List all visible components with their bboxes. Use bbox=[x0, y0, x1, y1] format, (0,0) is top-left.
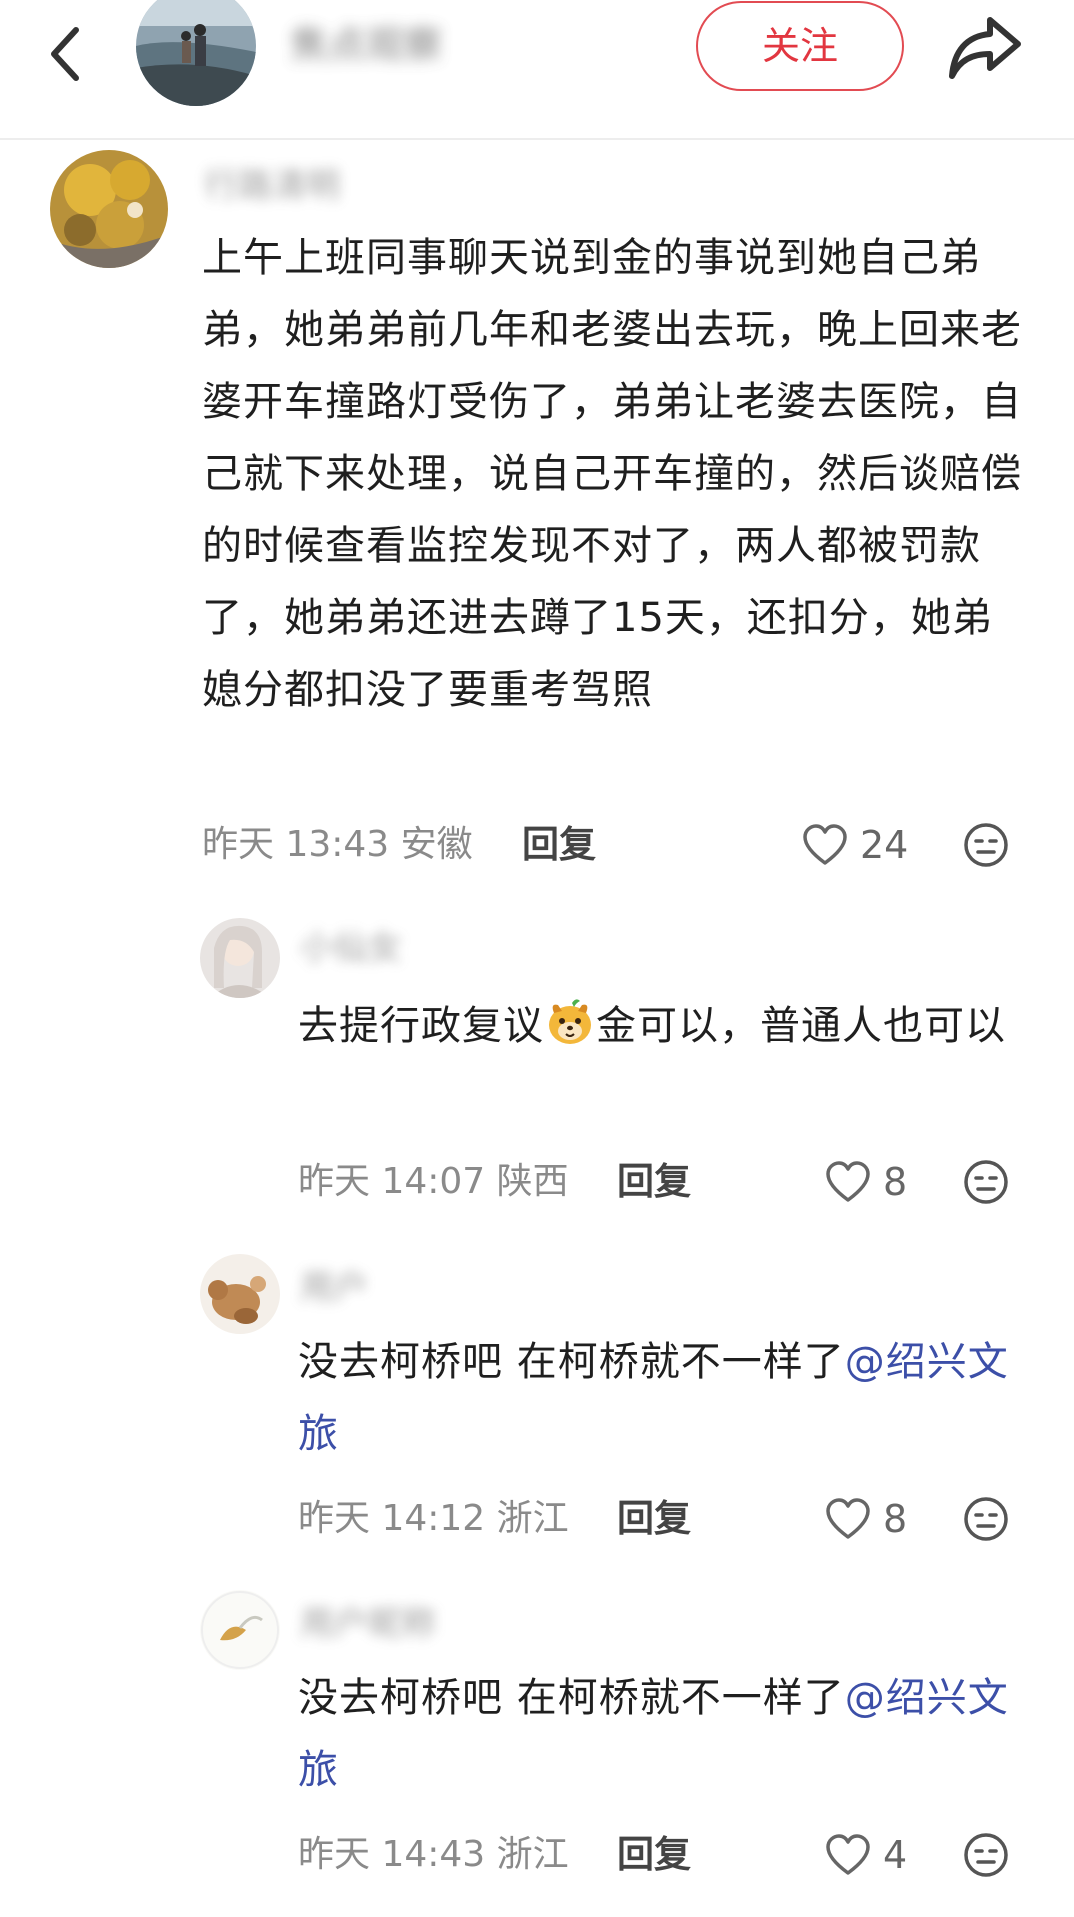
commenter-avatar[interactable] bbox=[200, 918, 280, 998]
reply-button[interactable]: 回复 bbox=[617, 1157, 691, 1207]
like-count: 24 bbox=[860, 823, 909, 867]
comment-time: 昨天 13:43 bbox=[202, 824, 390, 865]
like-button[interactable]: 8 bbox=[825, 1494, 907, 1544]
comment-time: 昨天 14:43 bbox=[298, 1834, 486, 1875]
commenter-avatar[interactable] bbox=[50, 150, 168, 268]
commenter-name[interactable]: 行路清明 bbox=[204, 164, 340, 208]
emoji-face-icon[interactable] bbox=[963, 1832, 1009, 1878]
heart-icon bbox=[826, 1161, 870, 1202]
heart-icon bbox=[826, 1498, 870, 1539]
like-count: 8 bbox=[883, 1497, 908, 1541]
commenter-name[interactable]: 小仙女 bbox=[300, 926, 402, 970]
reply-button[interactable]: 回复 bbox=[617, 1494, 691, 1544]
comment-meta: 昨天 13:43 安徽 bbox=[202, 820, 473, 870]
comment-text-part: 没去柯桥吧 在柯桥就不一样了 bbox=[298, 1675, 845, 1721]
like-button[interactable]: 24 bbox=[802, 820, 908, 870]
comment-meta: 昨天 14:07 陕西 bbox=[298, 1157, 569, 1207]
comment-text: 去提行政复议 金可以，普通人也可以 bbox=[298, 990, 1028, 1062]
author-avatar[interactable] bbox=[136, 0, 256, 106]
comment-meta: 昨天 14:12 浙江 bbox=[298, 1494, 569, 1544]
comment-time: 昨天 14:07 bbox=[298, 1161, 486, 1202]
reply-button[interactable]: 回复 bbox=[617, 1830, 691, 1880]
comment-meta: 昨天 14:43 浙江 bbox=[298, 1830, 569, 1880]
comment-location: 浙江 bbox=[496, 1498, 569, 1539]
comment-text: 没去柯桥吧 在柯桥就不一样了@绍兴文旅 bbox=[298, 1662, 1028, 1806]
author-name[interactable]: 焦点观察 bbox=[290, 22, 500, 68]
commenter-avatar[interactable] bbox=[200, 1254, 280, 1334]
comment-time: 昨天 14:12 bbox=[298, 1498, 486, 1539]
follow-button[interactable]: 关注 bbox=[696, 1, 904, 91]
comment-location: 浙江 bbox=[496, 1834, 569, 1875]
reply-button[interactable]: 回复 bbox=[522, 820, 596, 870]
comment-text-part: 去提行政复议 bbox=[298, 1003, 544, 1049]
comment-text: 上午上班同事聊天说到金的事说到她自己弟弟，她弟弟前几年和老婆出去玩，晚上回来老婆… bbox=[202, 235, 1022, 713]
top-bar: 焦点观察 关注 bbox=[0, 0, 1074, 140]
comment-text-part: 没去柯桥吧 在柯桥就不一样了 bbox=[298, 1339, 845, 1385]
share-icon[interactable] bbox=[946, 12, 1024, 84]
commenter-name[interactable]: 用户 bbox=[300, 1266, 368, 1310]
like-button[interactable]: 8 bbox=[825, 1157, 907, 1207]
back-arrow-icon[interactable] bbox=[40, 14, 100, 84]
comment-location: 安徽 bbox=[400, 824, 473, 865]
commenter-name[interactable]: 用户昵称 bbox=[300, 1602, 436, 1646]
commenter-avatar[interactable] bbox=[200, 1590, 280, 1670]
comment-text-part: 金可以，普通人也可以 bbox=[596, 1003, 1006, 1049]
heart-icon bbox=[826, 1834, 870, 1875]
comment-location: 陕西 bbox=[496, 1161, 569, 1202]
heart-icon bbox=[803, 824, 847, 865]
like-count: 8 bbox=[883, 1160, 908, 1204]
emoji-face-icon[interactable] bbox=[963, 1159, 1009, 1205]
dog-emoji-icon bbox=[549, 999, 591, 1044]
emoji-face-icon[interactable] bbox=[963, 822, 1009, 868]
like-count: 4 bbox=[883, 1833, 908, 1877]
emoji-face-icon[interactable] bbox=[963, 1496, 1009, 1542]
comment-text: 没去柯桥吧 在柯桥就不一样了@绍兴文旅 bbox=[298, 1326, 1028, 1470]
like-button[interactable]: 4 bbox=[825, 1830, 907, 1880]
